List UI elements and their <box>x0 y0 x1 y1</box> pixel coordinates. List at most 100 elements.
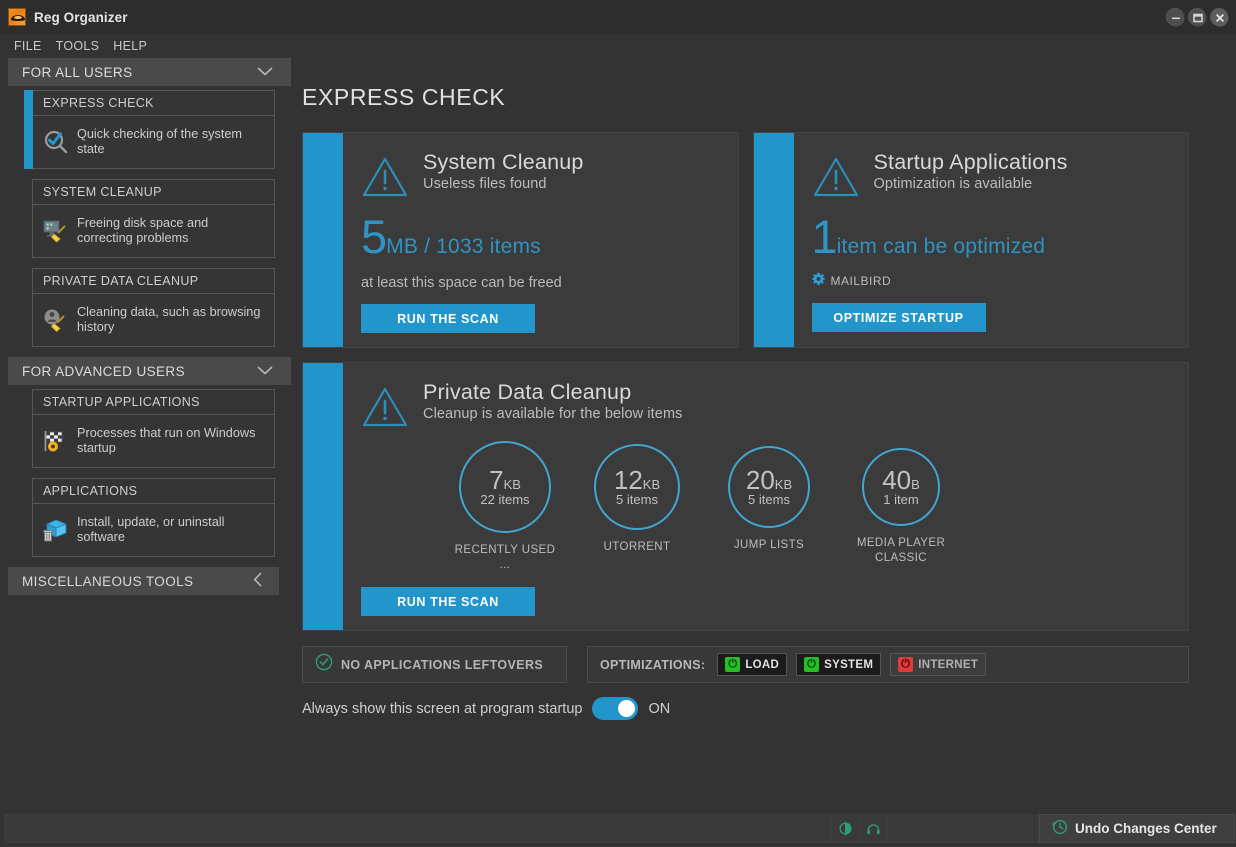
startup-app-entry[interactable]: MAILBIRD <box>811 272 1173 290</box>
sidebar-item-system-cleanup[interactable]: SYSTEM CLEANUP Freeing disk space and co… <box>32 179 275 258</box>
sidebar-group-for-all-users[interactable]: FOR ALL USERS <box>8 58 291 86</box>
circle-gauge: 20 KB 5 items <box>728 446 810 528</box>
startup-app-name: MAILBIRD <box>830 274 892 288</box>
main-content: EXPRESS CHECK System Cleanup Useless fil… <box>291 58 1236 810</box>
sidebar-group-miscellaneous-tools[interactable]: MISCELLANEOUS TOOLS <box>8 567 279 595</box>
circle-item[interactable]: 20 KB 5 items JUMP LISTS <box>713 441 825 553</box>
maximize-button[interactable] <box>1188 8 1207 27</box>
menu-help[interactable]: HELP <box>111 37 155 55</box>
menu-bar: FILE TOOLS HELP <box>0 34 1236 58</box>
menu-file[interactable]: FILE <box>12 37 50 55</box>
private-data-circles: 7 KB 22 items RECENTLY USED ... 12 KB 5 … <box>361 441 1172 573</box>
check-circle-icon <box>315 653 333 676</box>
undo-changes-center-label: Undo Changes Center <box>1075 821 1217 836</box>
user-broom-icon <box>43 308 69 332</box>
card-title: Startup Applications <box>873 150 1068 174</box>
leftovers-panel[interactable]: NO APPLICATIONS LEFTOVERS <box>302 646 567 683</box>
undo-circle-icon <box>1052 819 1068 838</box>
sidebar-item-desc: Freeing disk space and correcting proble… <box>77 215 209 246</box>
power-off-icon: ⏻ <box>898 657 914 672</box>
toggle-knob <box>618 700 636 717</box>
menu-tools[interactable]: TOOLS <box>54 37 108 55</box>
card-note: at least this space can be freed <box>361 275 562 291</box>
minimize-button[interactable] <box>1166 8 1185 27</box>
sidebar-item-desc: Quick checking of the system state <box>77 126 243 157</box>
sidebar-group-for-advanced-users[interactable]: FOR ADVANCED USERS <box>8 357 291 385</box>
run-the-scan-button[interactable]: RUN THE SCAN <box>361 304 535 333</box>
chip-load[interactable]: ⏻ LOAD <box>717 653 788 676</box>
card-title: Private Data Cleanup <box>423 380 632 404</box>
circle-gauge: 7 KB 22 items <box>459 441 551 533</box>
warning-triangle-icon <box>361 155 409 199</box>
startup-toggle-row: Always show this screen at program start… <box>302 697 1236 720</box>
chip-label: LOAD <box>745 658 780 671</box>
headphones-icon[interactable] <box>859 814 887 843</box>
power-icon: ⏻ <box>804 657 820 672</box>
chip-internet[interactable]: ⏻ INTERNET <box>890 653 987 676</box>
sidebar-item-startup-applications[interactable]: STARTUP APPLICATIONS Processes that run … <box>32 389 275 468</box>
circle-label: UTORRENT <box>603 541 671 553</box>
sidebar-item-desc: Processes that run on Windows startup <box>77 425 256 456</box>
optimizations-label: OPTIMIZATIONS: <box>600 657 706 672</box>
contrast-icon[interactable] <box>831 814 859 843</box>
metric-unit: item can be optimized <box>836 235 1046 258</box>
gear-icon <box>811 272 825 290</box>
chip-label: INTERNET <box>918 658 979 671</box>
circle-items: 5 items <box>748 492 790 507</box>
startup-toggle-label: Always show this screen at program start… <box>302 700 583 717</box>
warning-triangle-icon <box>361 385 409 429</box>
body: FOR ALL USERS EXPRESS CHECK Quick checki… <box>0 58 1236 810</box>
leftovers-label: NO APPLICATIONS LEFTOVERS <box>341 657 544 672</box>
sidebar-item-title: APPLICATIONS <box>33 479 274 504</box>
sidebar-item-applications[interactable]: APPLICATIONS Install, update, or uninsta… <box>32 478 275 557</box>
card-metric: 5 MB / 1033 items <box>361 213 722 260</box>
circle-number: 40 <box>882 465 912 495</box>
card-subtitle: Cleanup is available for the below items <box>423 406 683 422</box>
status-bar: Undo Changes Center <box>0 810 1236 847</box>
close-button[interactable] <box>1210 8 1229 27</box>
circle-gauge: 12 KB 5 items <box>594 444 680 530</box>
circle-items: 1 item <box>883 492 919 507</box>
card-system-cleanup: System Cleanup Useless files found 5 MB … <box>302 132 739 348</box>
chip-system[interactable]: ⏻ SYSTEM <box>796 653 882 676</box>
power-icon: ⏻ <box>725 657 741 672</box>
warning-triangle-icon <box>812 155 860 199</box>
optimize-startup-button[interactable]: OPTIMIZE STARTUP <box>811 303 986 332</box>
card-accent-bar <box>753 133 794 347</box>
sidebar-group-items-0: EXPRESS CHECK Quick checking of the syst… <box>0 90 291 347</box>
app-window: Reg Organizer FILE TOOLS HELP FOR ALL US… <box>0 0 1236 847</box>
chevron-down-icon <box>257 364 273 379</box>
card-startup-applications: Startup Applications Optimization is ava… <box>752 132 1189 348</box>
chip-label: SYSTEM <box>824 658 874 671</box>
sidebar-group-items-1: STARTUP APPLICATIONS Processes that run … <box>0 389 291 557</box>
circle-label: JUMP LISTS <box>733 539 805 551</box>
undo-changes-center-button[interactable]: Undo Changes Center <box>1039 814 1235 843</box>
circle-number: 20 <box>745 465 775 495</box>
flag-gear-icon <box>43 429 69 453</box>
sidebar-group-label: FOR ALL USERS <box>22 64 133 80</box>
sidebar-item-private-data-cleanup[interactable]: PRIVATE DATA CLEANUP Cleaning data, such… <box>32 268 275 347</box>
run-the-scan-button[interactable]: RUN THE SCAN <box>361 587 535 616</box>
startup-toggle-switch[interactable] <box>592 697 639 720</box>
startup-toggle-state: ON <box>648 700 671 717</box>
circle-label: RECENTLY USED ... <box>454 544 556 571</box>
sidebar-item-express-check[interactable]: EXPRESS CHECK Quick checking of the syst… <box>24 90 275 169</box>
circle-unit: KB <box>503 477 521 492</box>
circle-item[interactable]: 12 KB 5 items UTORRENT <box>581 441 693 555</box>
bottom-strip: NO APPLICATIONS LEFTOVERS OPTIMIZATIONS:… <box>302 646 1189 683</box>
circle-item[interactable]: 7 KB 22 items RECENTLY USED ... <box>449 441 561 573</box>
sidebar-item-title: EXPRESS CHECK <box>33 91 274 116</box>
circle-items: 22 items <box>480 492 530 507</box>
title-bar: Reg Organizer <box>0 0 1236 34</box>
chevron-down-icon <box>257 65 273 80</box>
card-subtitle: Useless files found <box>423 176 547 192</box>
status-message-area <box>4 814 831 843</box>
circle-number: 7 <box>489 465 504 495</box>
reg-organizer-logo-icon <box>8 8 26 26</box>
chevron-left-icon <box>253 572 263 591</box>
card-accent-bar <box>303 133 343 347</box>
circle-number: 12 <box>613 465 643 495</box>
circle-label: MEDIA PLAYER CLASSIC <box>856 537 946 564</box>
circle-item[interactable]: 40 B 1 item MEDIA PLAYER CLASSIC <box>845 441 957 566</box>
metric-unit: MB / 1033 items <box>386 235 541 258</box>
